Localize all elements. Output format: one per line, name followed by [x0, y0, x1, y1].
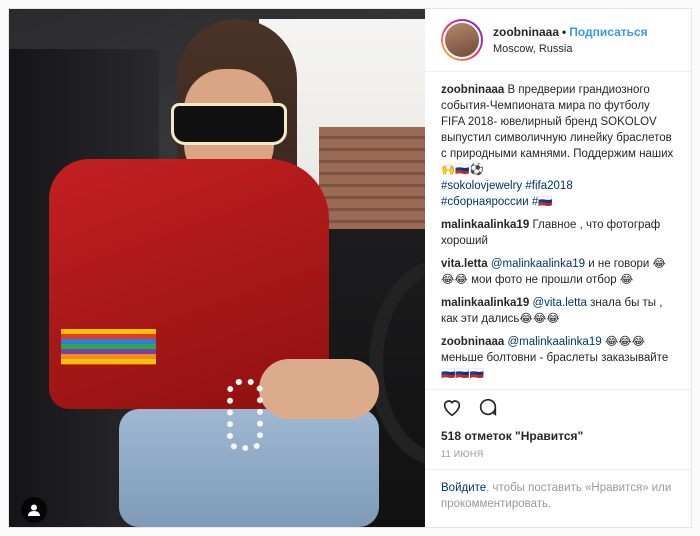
action-bar [425, 389, 691, 423]
comment-username[interactable]: malinkaalinka19 [441, 219, 529, 231]
follow-button[interactable]: Подписаться [569, 25, 647, 39]
user-tag-icon[interactable] [21, 497, 47, 523]
mention-link[interactable]: @malinkaalinka19 [507, 336, 601, 348]
caption: zoobninaaa В предверии грандиозного собы… [441, 82, 675, 210]
comment-username[interactable]: malinkaalinka19 [441, 297, 529, 309]
rainbow-cuff [61, 329, 156, 365]
hand [259, 359, 379, 419]
post-photo[interactable] [9, 9, 425, 527]
login-link[interactable]: Войдите [441, 482, 486, 494]
hashtag-link[interactable]: #🇷🇺 [532, 196, 553, 208]
post-header: zoobninaaa • Подписаться Moscow, Russia [425, 9, 691, 73]
post-card: zoobninaaa • Подписаться Moscow, Russia zo… [8, 8, 692, 528]
post-date: 11 июня [441, 449, 484, 460]
caption-username[interactable]: zoobninaaa [441, 84, 504, 96]
header-username[interactable]: zoobninaaa [493, 25, 559, 39]
comment-username[interactable]: vita.letta [441, 258, 488, 270]
wooden-fence [319, 127, 425, 239]
comment: vita.letta @malinkaalinka19 и не говори … [441, 256, 675, 288]
hashtag-link[interactable]: #сборнаяроссии [441, 196, 529, 208]
bracelet [227, 379, 263, 451]
mention-link[interactable]: @vita.letta [532, 297, 587, 309]
mention-link[interactable]: @malinkaalinka19 [491, 258, 585, 270]
comment-icon[interactable] [477, 396, 499, 423]
likes-count[interactable]: 518 отметок "Нравится" [425, 423, 691, 443]
location-link[interactable]: Moscow, Russia [493, 43, 648, 55]
sunglasses [171, 103, 287, 145]
caption-text: В предверии грандиозного события-Чемпион… [441, 84, 674, 177]
comment: zoobninaaa @malinkaalinka19 😂😂😂 меньше б… [441, 334, 675, 382]
comments-section: zoobninaaa В предверии грандиозного собы… [425, 72, 691, 389]
hashtag-link[interactable]: #sokolovjewelry [441, 180, 522, 192]
comment: malinkaalinka19 @vita.letta знала бы ты … [441, 295, 675, 327]
comment: malinkaalinka19 Главное , что фотограф х… [441, 217, 675, 249]
avatar[interactable] [441, 19, 483, 62]
heart-icon[interactable] [441, 396, 463, 423]
hashtag-link[interactable]: #fifa2018 [525, 180, 572, 192]
comment-username[interactable]: zoobninaaa [441, 336, 504, 348]
login-prompt: Войдите, чтобы поставить «Нравится» или … [425, 469, 691, 527]
separator: • [562, 25, 567, 40]
post-sidebar: zoobninaaa • Подписаться Moscow, Russia zo… [425, 9, 691, 527]
